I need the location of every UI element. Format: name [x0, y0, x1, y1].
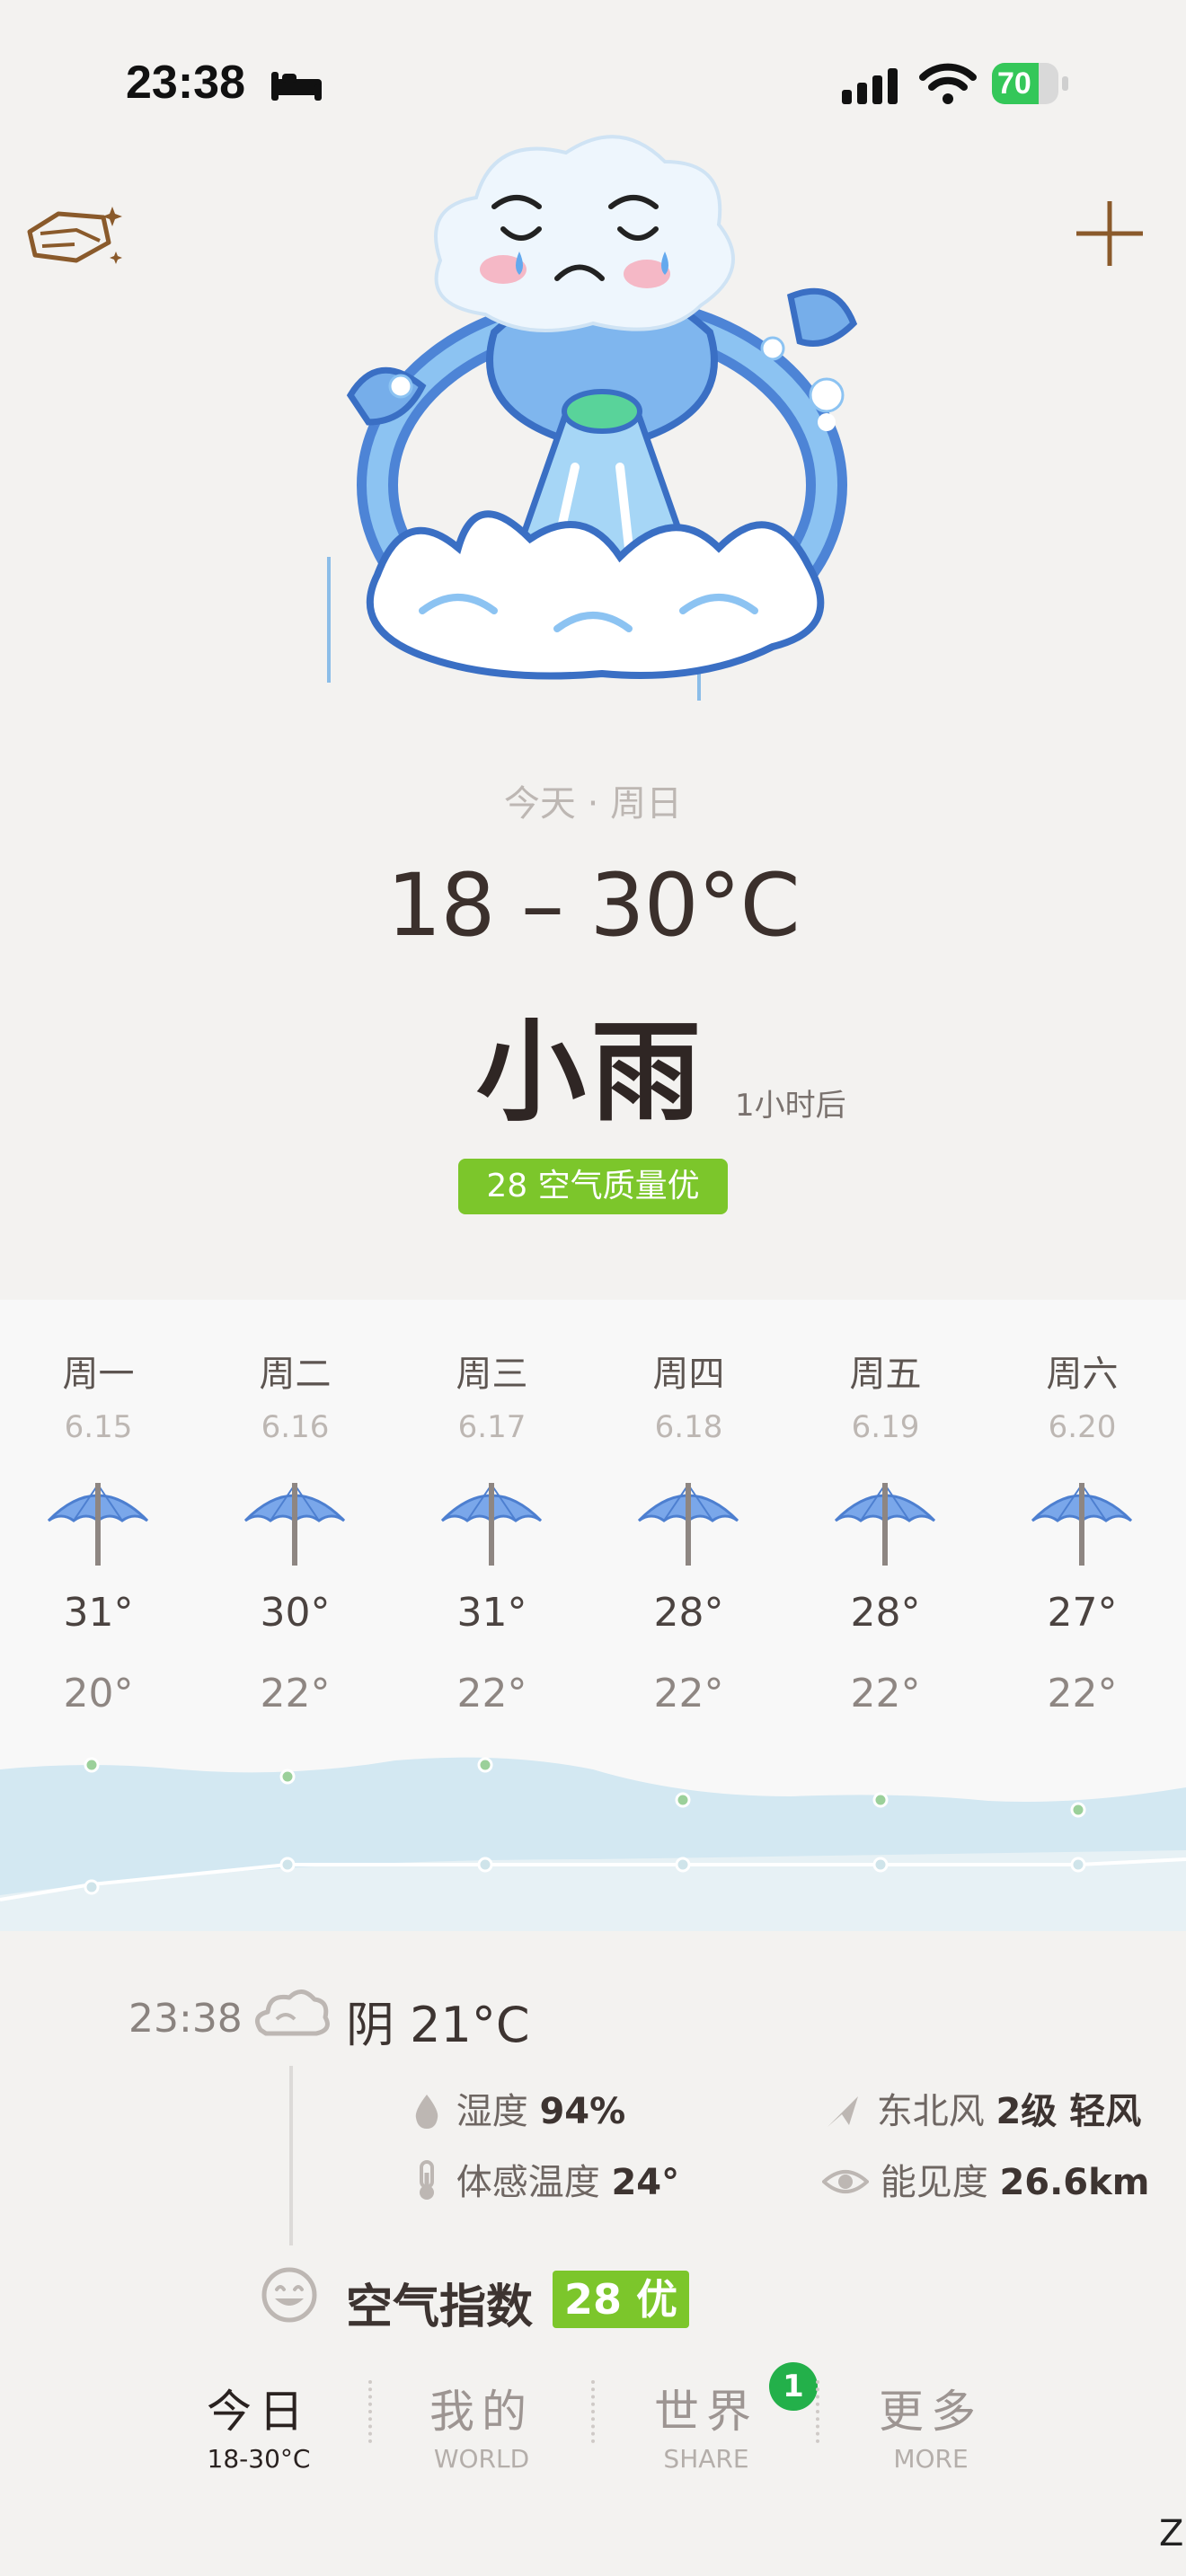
- theme-button[interactable]: [22, 198, 126, 278]
- signal-icon: [840, 66, 903, 110]
- umbrella-icon: [238, 1479, 351, 1573]
- forecast-low: 20°: [63, 1671, 134, 1716]
- aqi-value-tag[interactable]: 28 优: [553, 2271, 689, 2328]
- forecast-low: 22°: [260, 1671, 331, 1716]
- humidity-label: 湿度: [456, 2091, 528, 2132]
- aqi-badge[interactable]: 28 空气质量优: [458, 1159, 728, 1214]
- humidity-value: 94%: [539, 2091, 626, 2132]
- umbrella-icon: [828, 1479, 942, 1573]
- forecast-high: 28°: [850, 1590, 921, 1636]
- tab-mine-sub: WORLD: [433, 2444, 530, 2474]
- visibility-label: 能见度: [880, 2162, 988, 2203]
- humidity-metric: 湿度 94%: [409, 2082, 625, 2134]
- forecast-date: 6.19: [851, 1409, 920, 1445]
- current-condition: 阴 21°C: [346, 1997, 530, 2053]
- forecast-weekday: 周五: [849, 1354, 922, 1395]
- add-button[interactable]: [1069, 189, 1150, 278]
- tab-more-label: 更多: [879, 2386, 983, 2438]
- forecast-weekday: 周六: [1046, 1354, 1119, 1395]
- wind-value: 2级 轻风: [996, 2091, 1142, 2132]
- timeline-divider: [289, 2066, 293, 2245]
- tab-more-sub: MORE: [893, 2444, 969, 2474]
- temperature-trend: [0, 1757, 1186, 1931]
- tab-mine[interactable]: 我的 WORLD: [392, 2376, 571, 2474]
- wind-direction: 东北风: [876, 2091, 985, 2132]
- umbrella-icon: [41, 1479, 155, 1573]
- wifi-icon: [919, 63, 977, 108]
- feels-like-metric: 体感温度 24°: [409, 2153, 679, 2205]
- tab-today[interactable]: 今日 18-30°C: [169, 2376, 349, 2474]
- home-indicator: Z: [1159, 2513, 1184, 2554]
- today-temp-range: 18 – 30°C: [386, 855, 800, 956]
- umbrella-icon: [435, 1479, 548, 1573]
- forecast-low: 22°: [1047, 1671, 1118, 1716]
- theme-icon: [27, 207, 122, 264]
- tab-separator: [591, 2380, 600, 2443]
- forecast-high: 30°: [260, 1590, 331, 1636]
- forecast-date: 6.16: [261, 1409, 330, 1445]
- today-label: 今天 · 周日: [503, 783, 683, 825]
- forecast-date: 6.15: [64, 1409, 133, 1445]
- forecast-date: 6.20: [1048, 1409, 1117, 1445]
- tab-separator: [368, 2380, 377, 2443]
- today-condition: 小雨: [476, 1007, 706, 1136]
- umbrella-icon: [1025, 1479, 1138, 1573]
- smile-icon: [261, 2266, 318, 2327]
- forecast-low: 22°: [456, 1671, 527, 1716]
- forecast-weekday: 周二: [259, 1354, 332, 1395]
- forecast-date: 6.17: [457, 1409, 527, 1445]
- forecast-high: 27°: [1047, 1590, 1118, 1636]
- tab-today-sub: 18-30°C: [207, 2444, 311, 2474]
- eye-icon: [821, 2170, 870, 2193]
- cloud-icon: [250, 1985, 331, 2051]
- notification-badge: 1: [769, 2362, 818, 2411]
- plus-icon: [1076, 201, 1143, 266]
- battery-level: 70: [997, 66, 1031, 101]
- tab-today-label: 今日: [207, 2386, 311, 2438]
- forecast-low: 22°: [653, 1671, 724, 1716]
- wind-metric: 东北风 2级 轻风: [822, 2082, 1141, 2134]
- feels-like-value: 24°: [611, 2162, 680, 2203]
- condition-note: 1小时后: [735, 1088, 846, 1124]
- forecast-weekday: 周四: [652, 1354, 725, 1395]
- aqi-title: 空气指数: [346, 2280, 534, 2334]
- battery-icon: 70: [992, 63, 1073, 104]
- wind-direction-icon: [828, 2096, 858, 2127]
- forecast-weekday: 周三: [456, 1354, 528, 1395]
- forecast-low: 22°: [850, 1671, 921, 1716]
- current-time: 23:38: [128, 1996, 243, 2042]
- tab-more[interactable]: 更多 MORE: [841, 2376, 1021, 2474]
- forecast-weekday: 周一: [62, 1354, 135, 1395]
- humidity-icon: [415, 2095, 438, 2129]
- bed-icon: [270, 66, 323, 106]
- forecast-high: 31°: [456, 1590, 527, 1636]
- thermometer-icon: [420, 2160, 434, 2200]
- forecast-date: 6.18: [654, 1409, 723, 1445]
- forecast-high: 31°: [63, 1590, 134, 1636]
- visibility-value: 26.6km: [999, 2162, 1150, 2203]
- forecast-high: 28°: [653, 1590, 724, 1636]
- status-time: 23:38: [126, 57, 245, 109]
- weather-mascot: [323, 126, 881, 701]
- visibility-metric: 能见度 26.6km: [821, 2153, 1150, 2205]
- tab-world-sub: SHARE: [663, 2444, 749, 2474]
- umbrella-icon: [632, 1479, 745, 1573]
- tab-mine-label: 我的: [429, 2386, 534, 2438]
- tab-separator: [816, 2380, 825, 2443]
- feels-like-label: 体感温度: [456, 2162, 600, 2203]
